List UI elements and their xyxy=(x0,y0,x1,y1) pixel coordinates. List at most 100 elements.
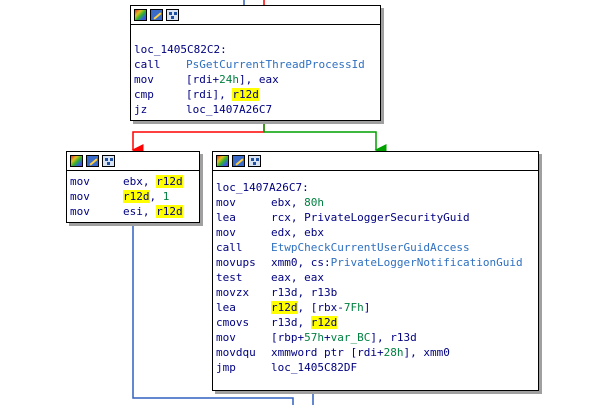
palette-icon[interactable] xyxy=(216,155,229,167)
instruction-mnemonic: jz xyxy=(134,103,148,116)
instruction-mnemonic: test xyxy=(216,271,243,284)
instruction-operands: eax, eax xyxy=(271,270,324,285)
numeric-operand: 57h xyxy=(304,331,324,344)
instruction-operands: PsGetCurrentThreadProcessId xyxy=(186,57,365,72)
operand-text: xmmword ptr [rdi+ xyxy=(271,346,384,359)
instruction-line[interactable]: jmp loc_1405C82DF xyxy=(213,360,538,375)
symbol-reference: PsGetCurrentThreadProcessId xyxy=(186,58,365,71)
numeric-operand: 7Fh xyxy=(343,301,364,314)
instruction-mnemonic: movzx xyxy=(216,286,250,299)
instruction-line[interactable]: mov [rdi+24h], eax xyxy=(131,72,380,87)
code-block-loc-1405c82c2[interactable]: loc_1405C82C2: call PsGetCurrentThreadPro… xyxy=(130,5,381,121)
instruction-operands: xmmword ptr [rdi+28h], xmm0 xyxy=(271,345,450,360)
instruction-mnemonic: mov xyxy=(70,205,90,218)
code-block-fallthrough[interactable]: mov ebx, r12d mov r12d, 1 mov esi, r12d xyxy=(66,151,200,223)
rename-icon[interactable] xyxy=(150,9,163,21)
instruction-line[interactable]: mov r12d, 1 xyxy=(67,189,199,204)
operand-text: ], eax xyxy=(239,73,279,86)
operand-text: loc_1405C82DF xyxy=(271,361,358,374)
highlighted-register: r12d xyxy=(271,301,298,314)
instruction-mnemonic: jmp xyxy=(216,361,236,374)
operand-text: [rdi+ xyxy=(186,73,220,86)
operand-text: + xyxy=(324,331,331,344)
edge-true-branch xyxy=(263,121,387,156)
operand-text: edx, ebx xyxy=(271,226,324,239)
operand-text: ], xmm0 xyxy=(403,346,450,359)
block-label[interactable]: loc_1407A26C7: xyxy=(213,180,538,195)
instruction-mnemonic: cmp xyxy=(134,88,154,101)
symbol-reference: EtwpCheckCurrentUserGuidAccess xyxy=(271,241,470,254)
instruction-mnemonic: lea xyxy=(216,211,236,224)
instruction-line[interactable]: mov [rbp+57h+var_BC], r13d xyxy=(213,330,538,345)
instruction-operands: r13d, r13b xyxy=(271,285,337,300)
instruction-mnemonic: mov xyxy=(216,226,236,239)
operand-text: ], r13d xyxy=(370,331,417,344)
palette-icon[interactable] xyxy=(134,9,147,21)
operand-text: r13d, r13b xyxy=(271,286,338,299)
instruction-line[interactable]: call PsGetCurrentThreadProcessId xyxy=(131,57,380,72)
instruction-line[interactable]: mov ebx, r12d xyxy=(67,174,199,189)
instruction-line[interactable]: movups xmm0, cs:PrivateLoggerNotification… xyxy=(213,255,538,270)
instruction-line[interactable]: mov esi, r12d xyxy=(67,204,199,219)
operand-text: , xyxy=(149,190,163,203)
operand-text: ebx, xyxy=(271,196,305,209)
instruction-line[interactable]: test eax, eax xyxy=(213,270,538,285)
instruction-operands: [rbp+57h+var_BC], r13d xyxy=(271,330,417,345)
operand-text: eax, eax xyxy=(271,271,324,284)
instruction-operands: r12d, [rbx-7Fh] xyxy=(271,300,370,315)
graph-icon[interactable] xyxy=(102,155,115,167)
instruction-operands: r13d, r12d xyxy=(271,315,338,330)
palette-icon[interactable] xyxy=(70,155,83,167)
highlighted-register: r12d xyxy=(123,190,150,203)
instruction-mnemonic: call xyxy=(216,241,243,254)
instruction-operands: ebx, 80h xyxy=(271,195,324,210)
instruction-operands: [rdi], r12d xyxy=(186,87,259,102)
instruction-operands: esi, r12d xyxy=(123,204,183,219)
instruction-operands: xmm0, cs:PrivateLoggerNotificationGuid xyxy=(271,255,523,270)
highlighted-register: r12d xyxy=(156,175,183,188)
code-block-loc-1407a26c7[interactable]: loc_1407A26C7: mov ebx, 80h lea rcx, Privat… xyxy=(212,151,539,391)
instruction-operands: [rdi+24h], eax xyxy=(186,72,279,87)
numeric-operand: var_BC xyxy=(330,331,371,344)
graph-icon[interactable] xyxy=(166,9,179,21)
instruction-line[interactable]: lea r12d, [rbx-7Fh] xyxy=(213,300,538,315)
instruction-line[interactable]: movzx r13d, r13b xyxy=(213,285,538,300)
numeric-operand: 28h xyxy=(383,346,404,359)
block-label[interactable]: loc_1405C82C2: xyxy=(131,42,380,57)
numeric-operand: 80h xyxy=(304,196,324,209)
instruction-line[interactable]: cmovs r13d, r12d xyxy=(213,315,538,330)
operand-text: rcx, PrivateLoggerSecurityGuid xyxy=(271,211,470,224)
graph-icon[interactable] xyxy=(248,155,261,167)
instruction-mnemonic: mov xyxy=(216,331,236,344)
rename-icon[interactable] xyxy=(86,155,99,167)
instruction-line[interactable]: movdqu xmmword ptr [rdi+28h], xmm0 xyxy=(213,345,538,360)
instruction-line[interactable]: mov edx, ebx xyxy=(213,225,538,240)
instruction-mnemonic: mov xyxy=(216,196,236,209)
instruction-mnemonic: cmovs xyxy=(216,316,250,329)
instruction-mnemonic: lea xyxy=(216,301,236,314)
operand-text: loc_1407A26C7 xyxy=(186,103,273,116)
edge-false-branch xyxy=(131,121,265,156)
operand-text: [rdi], xyxy=(186,88,233,101)
instruction-mnemonic: call xyxy=(134,58,161,71)
instruction-line[interactable]: mov ebx, 80h xyxy=(213,195,538,210)
highlighted-register: r12d xyxy=(310,316,338,329)
instruction-operands: edx, ebx xyxy=(271,225,324,240)
symbol-reference: PrivateLoggerNotificationGuid xyxy=(330,256,523,269)
operand-text: , [rbx- xyxy=(297,301,344,314)
instruction-line[interactable]: cmp [rdi], r12d xyxy=(131,87,380,102)
operand-text: esi, xyxy=(123,205,157,218)
instruction-line[interactable]: jz loc_1407A26C7 xyxy=(131,102,380,117)
operand-text: ] xyxy=(363,301,371,314)
instruction-line[interactable]: call EtwpCheckCurrentUserGuidAccess xyxy=(213,240,538,255)
instruction-line[interactable]: lea rcx, PrivateLoggerSecurityGuid xyxy=(213,210,538,225)
highlighted-register: r12d xyxy=(232,88,259,101)
rename-icon[interactable] xyxy=(232,155,245,167)
block-header xyxy=(131,6,380,25)
instruction-operands: loc_1405C82DF xyxy=(271,360,357,375)
numeric-operand: 24h xyxy=(219,73,239,86)
highlighted-register: r12d xyxy=(156,205,183,218)
operand-text: [rbp+ xyxy=(271,331,305,344)
instruction-operands: EtwpCheckCurrentUserGuidAccess xyxy=(271,240,470,255)
instruction-mnemonic: movups xyxy=(216,256,256,269)
